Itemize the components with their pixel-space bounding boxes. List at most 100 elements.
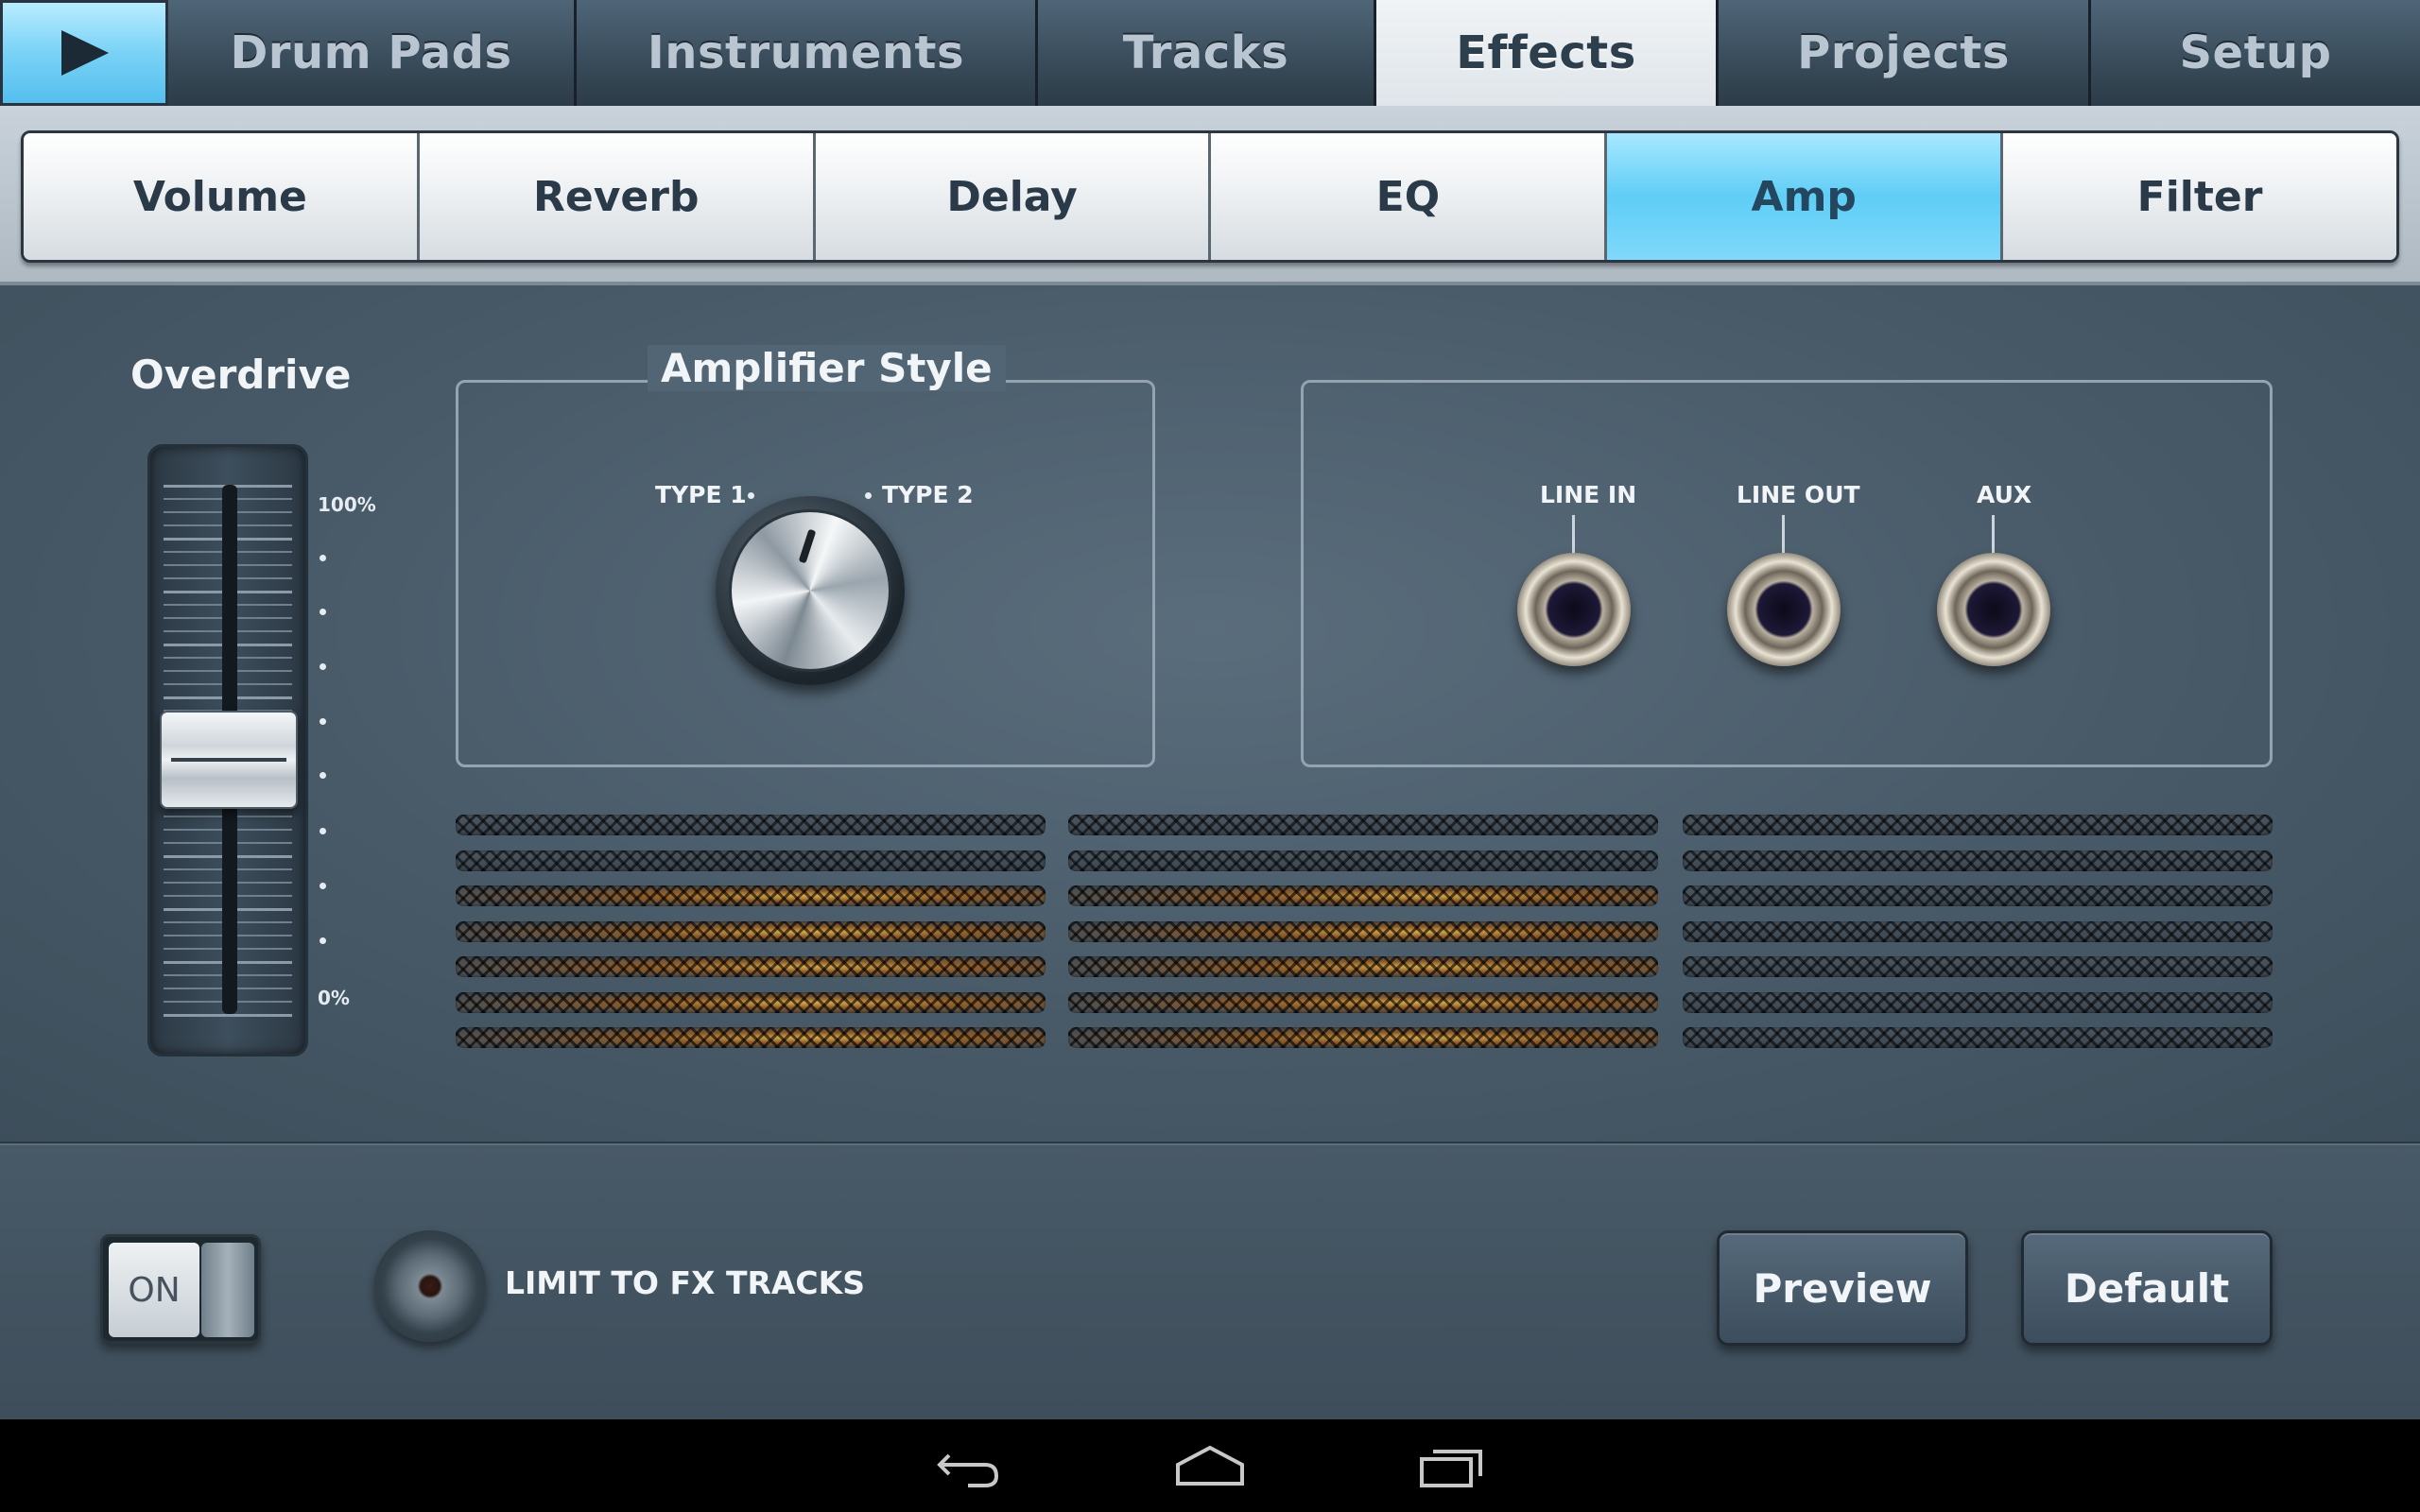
grill-slat (456, 850, 1046, 871)
toggle-on-label: ON (109, 1243, 199, 1337)
subtab-delay[interactable]: Delay (815, 133, 1212, 260)
line-in-jack[interactable] (1517, 553, 1631, 666)
grill-slat (1683, 920, 2273, 942)
default-label: Default (2064, 1264, 2230, 1312)
io-jacks-group: LINE IN LINE OUT AUX (1301, 380, 2273, 767)
tab-label: Tracks (1122, 26, 1289, 79)
default-button[interactable]: Default (2021, 1230, 2273, 1346)
subtab-reverb[interactable]: Reverb (419, 133, 816, 260)
type2-dot (865, 492, 872, 499)
recent-apps-icon[interactable] (1414, 1438, 1490, 1495)
subtab-label: Filter (2136, 172, 2263, 221)
fader-handle[interactable] (160, 711, 298, 810)
line-out-connector (1782, 515, 1785, 555)
scale-dot (320, 772, 326, 779)
grill-slat (1068, 885, 1658, 906)
grill-slat (1068, 920, 1658, 942)
tab-tracks[interactable]: Tracks (1038, 0, 1376, 106)
tab-effects[interactable]: Effects (1376, 0, 1719, 106)
aux-jack[interactable] (1937, 553, 2050, 666)
effect-on-toggle[interactable]: ON (100, 1234, 261, 1344)
grill-slat (456, 815, 1046, 835)
grill-slat (456, 1027, 1046, 1048)
fader-tick (164, 1014, 292, 1017)
subtab-label: Delay (946, 172, 1078, 221)
limit-to-fx-radio[interactable] (374, 1230, 486, 1342)
amplifier-style-knob[interactable] (716, 496, 905, 685)
type2-label: TYPE 2 (882, 481, 974, 508)
tab-instruments[interactable]: Instruments (577, 0, 1038, 106)
bottom-controls: ON LIMIT TO FX TRACKS Preview Default (0, 1143, 2420, 1419)
overdrive-fader[interactable] (147, 444, 308, 1057)
amplifier-style-group: Amplifier Style TYPE 1 TYPE 2 (456, 345, 1155, 767)
type1-label: TYPE 1 (655, 481, 747, 508)
grill-slat (1683, 956, 2273, 977)
subtab-label: EQ (1375, 172, 1441, 221)
subtab-label: Amp (1751, 172, 1857, 221)
tab-label: Instruments (647, 26, 965, 79)
speaker-grill-left (456, 815, 1046, 1057)
scale-dot (320, 718, 326, 725)
home-icon[interactable] (1172, 1438, 1248, 1495)
preview-button[interactable]: Preview (1717, 1230, 1968, 1346)
tab-label: Projects (1797, 26, 2010, 79)
overdrive-title: Overdrive (130, 352, 352, 398)
grill-slat (1068, 850, 1658, 871)
grill-slat (1068, 815, 1658, 835)
scale-dot (320, 883, 326, 889)
amplifier-style-title: Amplifier Style (648, 345, 1006, 391)
grill-slat (1068, 956, 1658, 977)
line-in-label: LINE IN (1540, 481, 1637, 508)
aux-label: AUX (1977, 481, 2032, 508)
type1-dot (748, 492, 754, 499)
limit-to-fx-label: LIMIT TO FX TRACKS (505, 1264, 865, 1301)
grill-slat (1068, 1027, 1658, 1048)
grill-slat (1683, 815, 2273, 835)
line-out-jack[interactable] (1727, 553, 1841, 666)
subtab-amp[interactable]: Amp (1607, 133, 2004, 260)
preview-label: Preview (1753, 1264, 1932, 1312)
grill-slat (456, 885, 1046, 906)
tab-drum-pads[interactable]: Drum Pads (168, 0, 577, 106)
tab-projects[interactable]: Projects (1719, 0, 2091, 106)
effects-sub-bar: Volume Reverb Delay EQ Amp Filter (0, 106, 2420, 285)
grill-slat (1068, 991, 1658, 1013)
main-tab-bar: Drum Pads Instruments Tracks Effects Pro… (0, 0, 2420, 106)
play-icon (61, 30, 109, 76)
speaker-grill-right (1683, 815, 2273, 1057)
scale-dot (320, 663, 326, 670)
tab-label: Setup (2179, 26, 2332, 79)
back-icon[interactable] (930, 1438, 1006, 1495)
scale-min-label: 0% (318, 987, 350, 1009)
scale-dot (320, 555, 326, 561)
play-button[interactable] (0, 0, 168, 106)
line-out-label: LINE OUT (1737, 481, 1860, 508)
grill-slat (456, 991, 1046, 1013)
subtab-label: Volume (132, 172, 307, 221)
grill-slat (456, 956, 1046, 977)
subtab-volume[interactable]: Volume (24, 133, 420, 260)
scale-dot (320, 937, 326, 944)
tab-label: Effects (1456, 26, 1636, 79)
line-in-connector (1572, 515, 1575, 555)
grill-slat (1683, 1027, 2273, 1048)
amp-panel: Overdrive 100% 0% Amplifier Style TYPE 1… (0, 285, 2420, 1143)
speaker-grill-center (1068, 815, 1658, 1057)
scale-dot (320, 828, 326, 834)
grill-slat (456, 920, 1046, 942)
scale-dot (320, 609, 326, 615)
tab-setup[interactable]: Setup (2091, 0, 2420, 106)
knob-cap (729, 509, 891, 672)
grill-slat (1683, 885, 2273, 906)
scale-max-label: 100% (318, 493, 376, 516)
subtab-eq[interactable]: EQ (1211, 133, 1608, 260)
knob-pointer (798, 528, 817, 564)
system-nav-bar (0, 1419, 2420, 1512)
effects-tab-group: Volume Reverb Delay EQ Amp Filter (21, 130, 2399, 263)
aux-connector (1992, 515, 1995, 555)
subtab-label: Reverb (533, 172, 700, 221)
toggle-thumb (201, 1243, 254, 1337)
grill-slat (1683, 991, 2273, 1013)
subtab-filter[interactable]: Filter (2003, 133, 2396, 260)
tab-label: Drum Pads (230, 26, 512, 79)
